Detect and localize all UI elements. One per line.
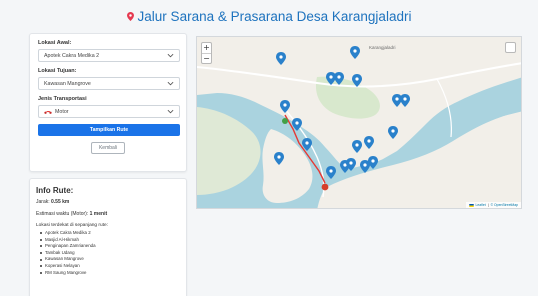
transport-label: Jenis Transportasi [38,96,87,102]
distance-label: Jarak: [36,199,50,205]
destination-marker [321,183,329,191]
transport-select-value-wrap: Motor [44,109,69,115]
list-item: Apotek Cakra Medika 2 [40,230,180,237]
osm-link[interactable]: © OpenStreetMap [491,203,518,207]
destination-select-value: Kawasan Mangrove [44,80,91,87]
ukraine-flag-icon [468,203,474,207]
list-item: Koperasi Nelayan [40,263,180,270]
map-pin-icon [126,12,134,21]
map-tiles[interactable] [197,37,522,209]
distance-value: 0.55 km [51,199,70,205]
route-distance: Jarak: 0.55 km [36,199,180,205]
nearby-label: Lokasi terdekat di sepanjang rute: [36,223,109,228]
map-marker [326,166,336,179]
zoom-control: + − [201,42,212,64]
chevron-down-icon [167,53,174,58]
page-header: Jalur Sarana & Prasarana Desa Karangjala… [0,0,538,30]
leaflet-link[interactable]: Leaflet [476,203,486,207]
list-item: Masjid Al-Hikmah [40,237,180,244]
chevron-down-icon [167,81,174,86]
chevron-down-icon [167,109,174,114]
destination-select[interactable]: Kawasan Mangrove [38,77,180,90]
motorcycle-icon [44,110,52,114]
layers-button[interactable] [505,42,516,53]
list-item: Tambak Udang [40,250,180,257]
origin-marker [282,118,288,124]
map-attribution: Leaflet | © OpenStreetMap [465,202,521,208]
page-title-wrap: Jalur Sarana & Prasarana Desa Karangjala… [126,9,412,24]
map-marker [368,156,378,169]
page-title: Jalur Sarana & Prasarana Desa Karangjala… [137,9,412,24]
route-info-title: Info Rute: [36,186,74,195]
back-button[interactable]: Kembali [91,142,125,154]
list-item: RM Saung Mangrove [40,270,180,277]
time-label: Estimasi waktu (Motor): [36,211,89,217]
zoom-out-button[interactable]: − [202,53,211,63]
nearby-list: Apotek Cakra Medika 2 Masjid Al-Hikmah P… [36,230,180,276]
route-info-panel: Info Rute: Jarak: 0.55 km Estimasi waktu… [29,178,187,296]
map-view[interactable]: + − Karangjaladri Leaflet | © OpenStreet… [196,36,522,209]
route-form-panel: Lokasi Awal: Apotek Cakra Medika 2 Lokas… [29,33,187,172]
transport-select-value: Motor [55,108,69,115]
transport-select[interactable]: Motor [38,105,180,118]
list-item: Kawasan Mangrove [40,256,180,263]
destination-label: Lokasi Tujuan: [38,68,77,74]
village-label: Karangjaladri [369,45,396,50]
land-west-island [197,107,261,195]
origin-select-value: Apotek Cakra Medika 2 [44,52,100,59]
route-time: Estimasi waktu (Motor): 1 menit [36,211,180,217]
list-item: Penginapan Zamrianenda [40,243,180,250]
attribution-separator: | [487,203,489,207]
zoom-in-button[interactable]: + [202,43,211,53]
show-route-button[interactable]: Tampilkan Rute [38,124,180,136]
origin-label: Lokasi Awal: [38,40,72,46]
origin-select[interactable]: Apotek Cakra Medika 2 [38,49,180,62]
time-value: 1 menit [89,211,108,217]
